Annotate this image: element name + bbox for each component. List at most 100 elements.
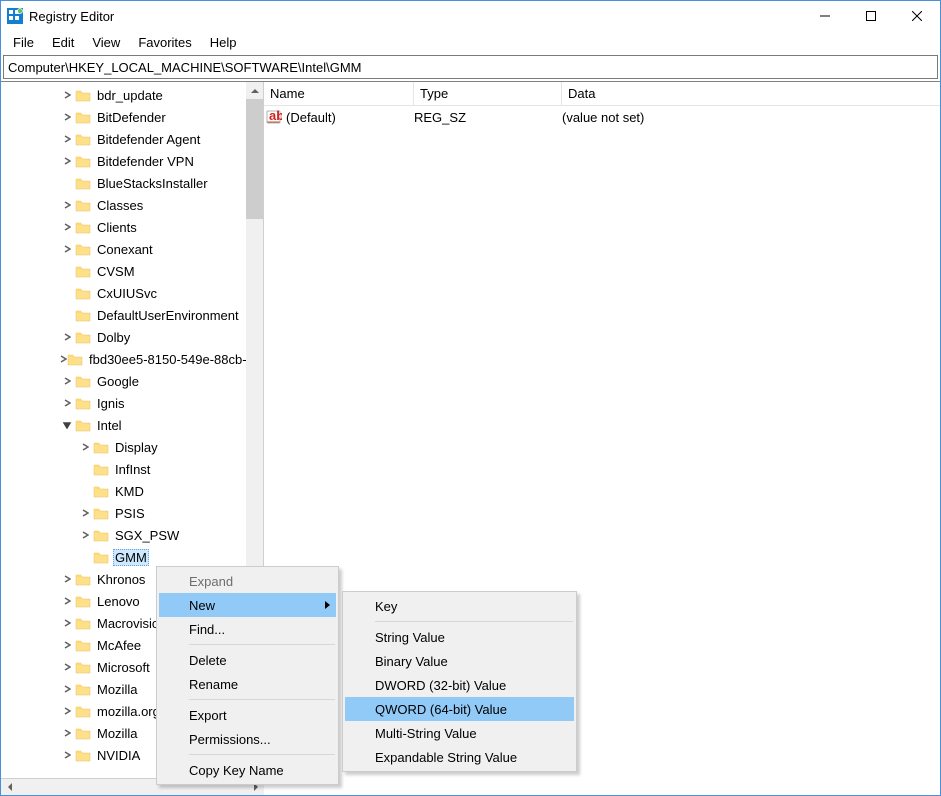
tree-item[interactable]: Intel xyxy=(1,414,246,436)
tree-item[interactable]: DefaultUserEnvironment xyxy=(1,304,246,326)
menu-item-label: Binary Value xyxy=(375,654,448,669)
expand-chevron-icon[interactable] xyxy=(59,377,75,385)
expand-chevron-icon[interactable] xyxy=(59,575,75,583)
tree-item[interactable]: BitDefender xyxy=(1,106,246,128)
expand-chevron-icon[interactable] xyxy=(77,443,93,451)
expand-chevron-icon[interactable] xyxy=(59,663,75,671)
expand-chevron-icon[interactable] xyxy=(59,333,75,341)
menu-view[interactable]: View xyxy=(84,33,128,52)
menu-item-label: String Value xyxy=(375,630,445,645)
tree-item-label: DefaultUserEnvironment xyxy=(95,307,241,324)
tree-item[interactable]: PSIS xyxy=(1,502,246,524)
expand-chevron-icon[interactable] xyxy=(59,707,75,715)
tree-item[interactable]: BlueStacksInstaller xyxy=(1,172,246,194)
tree-item-label: InfInst xyxy=(113,461,152,478)
menu-file[interactable]: File xyxy=(5,33,42,52)
tree-item-label: Ignis xyxy=(95,395,126,412)
column-header-data[interactable]: Data xyxy=(562,82,940,105)
tree-item-label: Mozilla xyxy=(95,725,139,742)
expand-chevron-icon[interactable] xyxy=(59,355,67,363)
folder-icon xyxy=(75,285,91,301)
context-menu-item[interactable]: Permissions... xyxy=(159,727,336,751)
menu-help[interactable]: Help xyxy=(202,33,245,52)
tree-item[interactable]: Display xyxy=(1,436,246,458)
folder-icon xyxy=(75,417,91,433)
tree-item[interactable]: Classes xyxy=(1,194,246,216)
context-menu-item[interactable]: Copy Key Name xyxy=(159,758,336,782)
expand-chevron-icon[interactable] xyxy=(77,509,93,517)
tree-item[interactable]: Google xyxy=(1,370,246,392)
value-name: (Default) xyxy=(286,110,414,125)
expand-chevron-icon[interactable] xyxy=(59,421,75,429)
expand-chevron-icon[interactable] xyxy=(59,201,75,209)
scroll-thumb[interactable] xyxy=(246,99,263,219)
submenu-item[interactable]: DWORD (32-bit) Value xyxy=(345,673,574,697)
menu-separator xyxy=(375,621,573,622)
submenu-item[interactable]: Key xyxy=(345,594,574,618)
tree-item[interactable]: SGX_PSW xyxy=(1,524,246,546)
tree-item[interactable]: GMM xyxy=(1,546,246,568)
tree-item-label: bdr_update xyxy=(95,87,165,104)
value-data: (value not set) xyxy=(562,110,940,125)
tree-item[interactable]: Clients xyxy=(1,216,246,238)
scroll-up-button[interactable] xyxy=(246,82,263,99)
submenu-item[interactable]: Multi-String Value xyxy=(345,721,574,745)
tree-item-label: GMM xyxy=(113,549,149,566)
expand-chevron-icon[interactable] xyxy=(59,641,75,649)
tree-item[interactable]: CVSM xyxy=(1,260,246,282)
tree-item[interactable]: KMD xyxy=(1,480,246,502)
context-menu-item[interactable]: New xyxy=(159,593,336,617)
menu-edit[interactable]: Edit xyxy=(44,33,82,52)
tree-item-label: Clients xyxy=(95,219,139,236)
tree-item-label: Microsoft xyxy=(95,659,152,676)
tree-item[interactable]: Ignis xyxy=(1,392,246,414)
address-bar[interactable]: Computer\HKEY_LOCAL_MACHINE\SOFTWARE\Int… xyxy=(3,55,938,79)
tree-item[interactable]: Bitdefender Agent xyxy=(1,128,246,150)
expand-chevron-icon[interactable] xyxy=(59,113,75,121)
column-header-type[interactable]: Type xyxy=(414,82,562,105)
context-menu-item[interactable]: Find... xyxy=(159,617,336,641)
submenu-item[interactable]: Binary Value xyxy=(345,649,574,673)
tree-item[interactable]: bdr_update xyxy=(1,84,246,106)
expand-chevron-icon[interactable] xyxy=(59,685,75,693)
expand-chevron-icon[interactable] xyxy=(59,157,75,165)
tree-item[interactable]: CxUIUSvc xyxy=(1,282,246,304)
tree-item[interactable]: fbd30ee5-8150-549e-88cb-e817e8433c93 xyxy=(1,348,246,370)
tree-item[interactable]: Bitdefender VPN xyxy=(1,150,246,172)
folder-icon xyxy=(75,659,91,675)
menu-item-label: Multi-String Value xyxy=(375,726,477,741)
scroll-left-button[interactable] xyxy=(1,779,18,795)
context-menu-item[interactable]: Export xyxy=(159,703,336,727)
expand-chevron-icon[interactable] xyxy=(59,751,75,759)
minimize-button[interactable] xyxy=(802,1,848,31)
expand-chevron-icon[interactable] xyxy=(59,729,75,737)
close-button[interactable] xyxy=(894,1,940,31)
context-menu-item[interactable]: Delete xyxy=(159,648,336,672)
context-menu[interactable]: ExpandNewFind...DeleteRenameExportPermis… xyxy=(156,566,339,785)
value-row[interactable]: ab (Default) REG_SZ (value not set) xyxy=(264,106,940,128)
app-icon xyxy=(7,8,23,24)
menu-favorites[interactable]: Favorites xyxy=(130,33,199,52)
new-submenu[interactable]: Key String Value Binary Value DWORD (32-bit… xyxy=(342,591,577,772)
folder-icon xyxy=(75,175,91,191)
expand-chevron-icon[interactable] xyxy=(77,531,93,539)
tree-item-label: Intel xyxy=(95,417,124,434)
tree-item-label: Google xyxy=(95,373,141,390)
maximize-button[interactable] xyxy=(848,1,894,31)
submenu-item[interactable]: Expandable String Value xyxy=(345,745,574,769)
tree-item[interactable]: InfInst xyxy=(1,458,246,480)
column-header-name[interactable]: Name xyxy=(264,82,414,105)
context-menu-item[interactable]: Rename xyxy=(159,672,336,696)
expand-chevron-icon[interactable] xyxy=(59,223,75,231)
tree-item[interactable]: Conexant xyxy=(1,238,246,260)
expand-chevron-icon[interactable] xyxy=(59,597,75,605)
tree-item[interactable]: Dolby xyxy=(1,326,246,348)
expand-chevron-icon[interactable] xyxy=(59,245,75,253)
expand-chevron-icon[interactable] xyxy=(59,91,75,99)
expand-chevron-icon[interactable] xyxy=(59,399,75,407)
expand-chevron-icon[interactable] xyxy=(59,619,75,627)
tree-item-label: SGX_PSW xyxy=(113,527,181,544)
submenu-item[interactable]: String Value xyxy=(345,625,574,649)
expand-chevron-icon[interactable] xyxy=(59,135,75,143)
submenu-item[interactable]: QWORD (64-bit) Value xyxy=(345,697,574,721)
